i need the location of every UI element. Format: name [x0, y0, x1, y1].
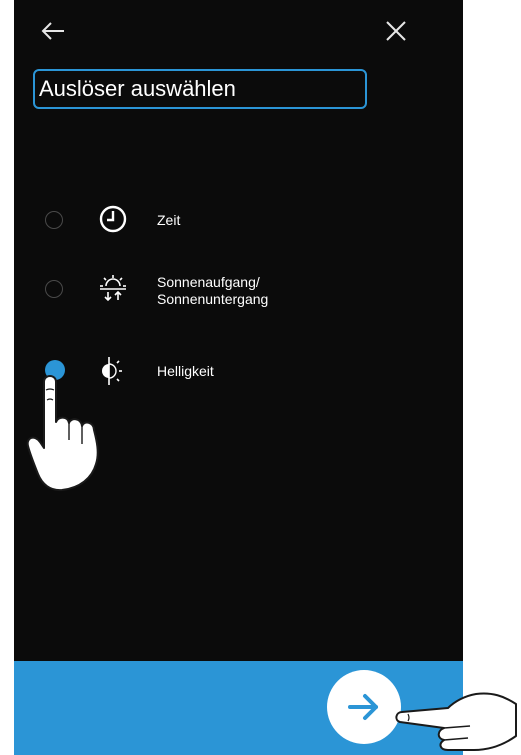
pressing-hand-illustration: [395, 692, 517, 751]
option-zeit[interactable]: Zeit: [14, 200, 463, 240]
option-label-sunset: Sonnenuntergang: [157, 291, 269, 307]
option-label-sunrise: Sonnenaufgang/: [157, 274, 260, 290]
option-label-zeit: Zeit: [157, 212, 181, 228]
arrow-left-icon: [41, 22, 64, 40]
radio-zeit[interactable]: [45, 211, 63, 229]
arrow-right-icon: [348, 694, 378, 720]
sunrise-sunset-icon: [100, 275, 126, 302]
pointing-hand-illustration: [26, 375, 99, 492]
clock-icon: [99, 205, 127, 233]
page-title: Auslöser auswählen: [33, 69, 367, 109]
option-sunrise-sunset[interactable]: Sonnenaufgang/ Sonnenuntergang: [14, 268, 463, 314]
close-icon: [386, 21, 406, 41]
close-button[interactable]: [379, 14, 413, 48]
radio-sunrise-sunset[interactable]: [45, 280, 63, 298]
top-bar: [14, 0, 463, 60]
option-label-helligkeit: Helligkeit: [157, 363, 214, 379]
next-button[interactable]: [327, 670, 401, 744]
back-button[interactable]: [36, 14, 70, 48]
